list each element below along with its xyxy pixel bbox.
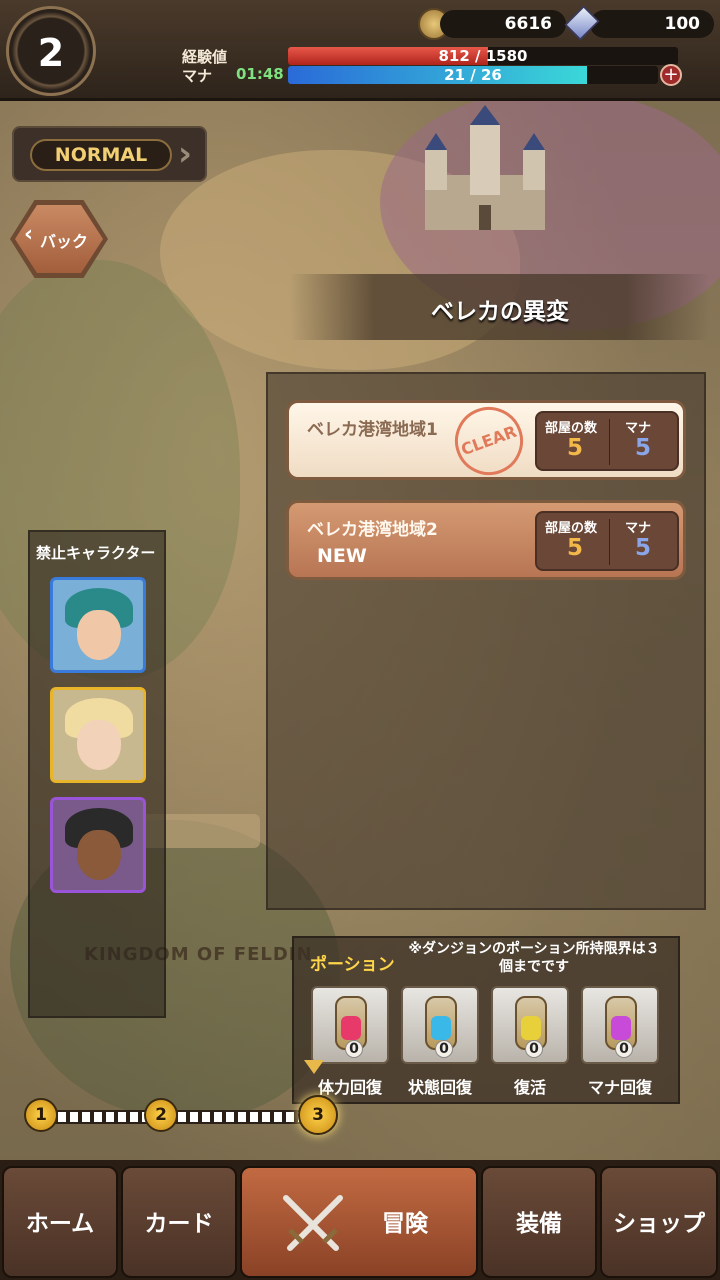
crystal-counter: 100 — [590, 10, 714, 38]
castle-icon — [425, 105, 545, 230]
stage-stats: 部屋の数 マナ 5 5 — [535, 511, 679, 571]
crystal-value: 100 — [664, 14, 701, 34]
nav-equipment-label: 装備 — [516, 1211, 562, 1237]
chevron-right-icon[interactable]: › — [178, 134, 192, 174]
potion-liquid — [341, 1016, 361, 1040]
rooms-label: 部屋の数 — [545, 521, 598, 536]
portrait-face — [77, 720, 121, 770]
potion-count: 0 — [345, 1040, 363, 1058]
rooms-label: 部屋の数 — [545, 421, 598, 436]
banned-characters-title: 禁止キャラクター — [36, 544, 156, 562]
potion-count: 0 — [615, 1040, 633, 1058]
potion-label: マナ回復 — [587, 1078, 652, 1097]
mana-timer: 01:48 — [236, 65, 284, 83]
progress-step-3[interactable]: 3 — [298, 1095, 338, 1135]
back-button[interactable]: ‹ バック — [10, 200, 108, 278]
portrait-face — [77, 830, 121, 880]
banned-character-portrait[interactable] — [50, 687, 146, 783]
mana-label: マナ — [182, 67, 213, 85]
crystal-icon — [564, 5, 600, 41]
add-mana-button[interactable]: + — [660, 64, 682, 86]
stage-card-1[interactable]: ベレカ港湾地域1 CLEAR 部屋の数 マナ 5 5 — [286, 397, 686, 485]
nav-shop-label: ショップ — [613, 1211, 705, 1237]
banned-character-portrait[interactable] — [50, 577, 146, 673]
potion-limit-note: ※ダンジョンのポーション所持限界は３個までです — [408, 941, 660, 975]
portrait-background — [53, 800, 143, 890]
revive-potion-slot[interactable]: 0 — [491, 986, 569, 1064]
mana-bar: 21 / 26 — [288, 66, 658, 84]
game-screen: KINGDOM OF FELDIN 2 6616 100 経験値 812 / 1… — [0, 0, 720, 1280]
new-badge: NEW — [317, 545, 367, 567]
potion-label: 復活 — [513, 1078, 546, 1097]
status-bar: 2 6616 100 経験値 812 / 1580 マナ 01:48 21 / … — [0, 0, 720, 101]
nav-adventure-label: 冒険 — [382, 1211, 428, 1237]
difficulty-selector[interactable]: NORMAL › — [12, 126, 207, 182]
back-button-label: バック — [40, 232, 89, 251]
mana-cost-value: 5 — [635, 535, 652, 561]
bottom-navigation: ホーム カード 冒険 装備 ショップ — [0, 1160, 720, 1280]
progress-step-2[interactable]: 2 — [144, 1098, 178, 1132]
potion-label: 状態回復 — [407, 1078, 472, 1097]
potion-count: 0 — [525, 1040, 543, 1058]
potion-liquid — [611, 1016, 631, 1040]
rooms-value: 5 — [567, 435, 584, 461]
clear-stamp: CLEAR — [445, 397, 533, 485]
mana-cost-label: マナ — [625, 521, 652, 536]
portrait-face — [77, 610, 121, 660]
mana-cost-label: マナ — [625, 421, 652, 436]
level-value: 2 — [37, 31, 65, 75]
progress-step-1[interactable]: 1 — [24, 1098, 58, 1132]
mana-cost-value: 5 — [635, 435, 652, 461]
potion-count: 0 — [435, 1040, 453, 1058]
nav-adventure-button[interactable]: 冒険 — [240, 1166, 478, 1278]
portrait-background — [53, 580, 143, 670]
crossed-swords-icon — [283, 1195, 343, 1251]
nav-home-button[interactable]: ホーム — [2, 1166, 118, 1278]
progress-track-line — [44, 1110, 328, 1124]
chevron-left-icon: ‹ — [24, 222, 34, 247]
exp-label: 経験値 — [182, 48, 228, 66]
status-potion-slot[interactable]: 0 — [401, 986, 479, 1064]
stage-name: ベレカ港湾地域1 — [307, 420, 438, 440]
banned-character-portrait[interactable] — [50, 797, 146, 893]
mana-potion-slot[interactable]: 0 — [581, 986, 659, 1064]
nav-equipment-button[interactable]: 装備 — [481, 1166, 597, 1278]
nav-home-label: ホーム — [25, 1211, 95, 1237]
nav-shop-button[interactable]: ショップ — [600, 1166, 718, 1278]
health-potion-slot[interactable]: 0 — [311, 986, 389, 1064]
potion-liquid — [431, 1016, 451, 1040]
potion-liquid — [521, 1016, 541, 1040]
stage-stats: 部屋の数 マナ 5 5 — [535, 411, 679, 471]
nav-card-label: カード — [144, 1211, 214, 1237]
exp-bar: 812 / 1580 — [288, 47, 678, 65]
stat-divider — [609, 519, 610, 565]
nav-card-button[interactable]: カード — [121, 1166, 237, 1278]
gold-counter: 6616 — [440, 10, 566, 38]
rooms-value: 5 — [567, 535, 584, 561]
stat-divider — [609, 419, 610, 465]
exp-bar-text: 812 / 1580 — [438, 47, 528, 65]
mana-bar-text: 21 / 26 — [444, 66, 502, 84]
potion-title: ポーション — [310, 955, 395, 975]
stage-progress-track: 1 2 3 — [24, 1095, 344, 1136]
gold-value: 6616 — [504, 14, 552, 34]
stage-name: ベレカ港湾地域2 — [307, 520, 438, 540]
chapter-title: ベレカの異変 — [431, 299, 569, 325]
current-step-marker — [304, 1060, 324, 1074]
stage-card-2[interactable]: ベレカ港湾地域2 NEW 部屋の数 マナ 5 5 — [286, 500, 686, 580]
portrait-background — [53, 690, 143, 780]
difficulty-label: NORMAL — [30, 139, 172, 171]
level-badge: 2 — [6, 6, 96, 96]
